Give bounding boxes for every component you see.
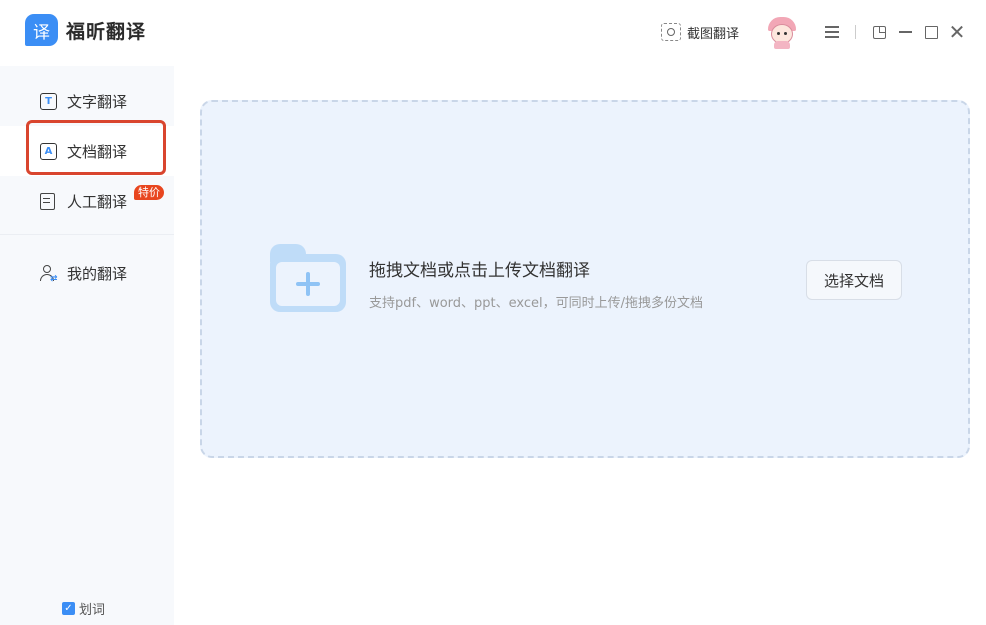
pin-icon <box>872 25 886 39</box>
sidebar-item-label: 文字翻译 <box>67 92 128 111</box>
avatar-eye <box>784 32 787 35</box>
camera-icon <box>660 23 681 41</box>
avatar-eye <box>777 32 780 35</box>
checkbox-checked-icon[interactable]: ✓ <box>62 602 75 615</box>
app-logo-icon: 译 <box>25 14 58 46</box>
maximize-icon <box>924 25 938 39</box>
sidebar-divider <box>0 234 174 235</box>
app-window: 译 福昕翻译 截图翻译 ✕ T 文字翻译 A 文档翻译 人工翻译 特价 ⇄ 我的… <box>0 0 986 625</box>
active-item-highlight <box>26 120 166 175</box>
drop-zone-subtitle: 支持pdf、word、ppt、excel，可同时上传/拖拽多份文档 <box>369 296 704 311</box>
close-icon: ✕ <box>948 20 966 44</box>
sidebar-item-text-translate[interactable]: T 文字翻译 <box>0 76 174 126</box>
sidebar-item-my-translations[interactable]: ⇄ 我的翻译 <box>0 248 174 298</box>
menu-icon <box>825 26 839 38</box>
text-translate-icon: T <box>40 92 57 110</box>
title-bar-separator <box>855 25 856 39</box>
app-name: 福昕翻译 <box>66 20 147 43</box>
drop-zone-title: 拖拽文档或点击上传文档翻译 <box>369 261 590 281</box>
screenshot-translate-label: 截图翻译 <box>686 26 739 42</box>
close-button[interactable]: ✕ <box>944 19 970 45</box>
screenshot-translate-button[interactable]: 截图翻译 <box>660 23 739 42</box>
title-bar: 译 福昕翻译 截图翻译 ✕ <box>0 0 986 64</box>
minimize-button[interactable] <box>892 19 918 45</box>
folder-add-icon <box>270 244 346 312</box>
brand: 译 福昕翻译 <box>25 14 146 46</box>
pin-window-button[interactable] <box>866 19 892 45</box>
sidebar-item-label: 人工翻译 <box>67 192 128 211</box>
sidebar-item-human-translate[interactable]: 人工翻译 特价 <box>0 176 174 226</box>
minimize-icon <box>898 31 912 33</box>
human-translate-icon <box>40 192 55 210</box>
menu-button[interactable] <box>819 19 845 45</box>
word-select-toggle[interactable]: ✓ 划词 <box>62 599 105 618</box>
my-translations-icon: ⇄ <box>40 264 58 284</box>
file-drop-zone[interactable]: 拖拽文档或点击上传文档翻译 支持pdf、word、ppt、excel，可同时上传… <box>200 100 970 458</box>
maximize-button[interactable] <box>918 19 944 45</box>
avatar-body <box>774 41 790 49</box>
title-bar-controls: 截图翻译 ✕ <box>660 0 970 64</box>
select-document-button[interactable]: 选择文档 <box>806 260 902 300</box>
sidebar-item-label: 我的翻译 <box>67 264 128 283</box>
word-select-label: 划词 <box>79 603 106 618</box>
sale-badge: 特价 <box>134 185 164 200</box>
avatar[interactable] <box>765 15 799 49</box>
